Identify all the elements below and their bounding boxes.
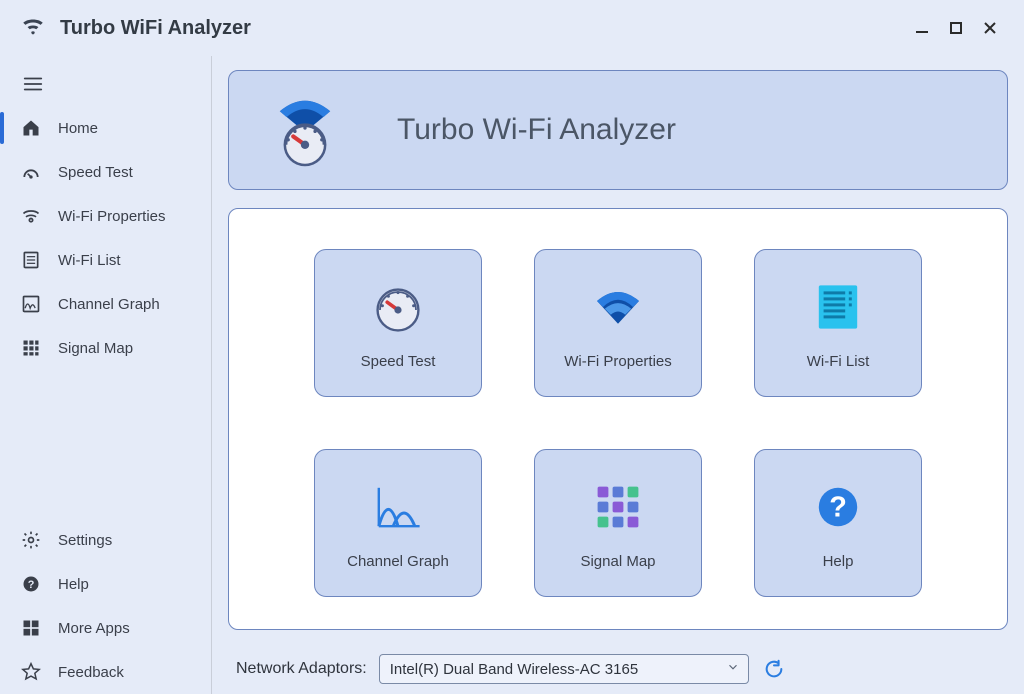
sidebar-item-wifi-properties[interactable]: Wi-Fi Properties [0, 194, 211, 238]
list-icon [808, 277, 868, 337]
minimize-button[interactable] [908, 14, 936, 42]
wifi-icon [20, 205, 42, 227]
sidebar-item-channel-graph[interactable]: Channel Graph [0, 282, 211, 326]
sidebar-item-label: Settings [58, 532, 112, 549]
gear-icon [20, 529, 42, 551]
sidebar-item-speed-test[interactable]: Speed Test [0, 150, 211, 194]
svg-text:?: ? [829, 491, 847, 523]
adaptor-label: Network Adaptors: [236, 660, 367, 678]
tile-signal-map[interactable]: Signal Map [534, 449, 702, 597]
tile-speed-test[interactable]: Speed Test [314, 249, 482, 397]
tile-wifi-list[interactable]: Wi-Fi List [754, 249, 922, 397]
refresh-button[interactable] [761, 656, 787, 682]
hero-banner: Turbo Wi-Fi Analyzer [228, 70, 1008, 190]
wifi-icon [588, 277, 648, 337]
tile-label: Signal Map [580, 553, 655, 570]
graph-icon [20, 293, 42, 315]
hero-title: Turbo Wi-Fi Analyzer [397, 113, 676, 147]
hamburger-button[interactable] [0, 62, 211, 106]
windows-icon [20, 617, 42, 639]
list-icon [20, 249, 42, 271]
sidebar-item-more-apps[interactable]: More Apps [0, 606, 211, 650]
maximize-button[interactable] [942, 14, 970, 42]
gauge-icon [20, 161, 42, 183]
tile-help[interactable]: ? Help [754, 449, 922, 597]
sidebar-item-label: Speed Test [58, 164, 133, 181]
main-content: Turbo Wi-Fi Analyzer Speed Test Wi-Fi Pr… [212, 56, 1024, 694]
titlebar: Turbo WiFi Analyzer [0, 0, 1024, 56]
sidebar-item-wifi-list[interactable]: Wi-Fi List [0, 238, 211, 282]
sidebar-item-label: Signal Map [58, 340, 133, 357]
sidebar-item-home[interactable]: Home [0, 106, 211, 150]
sidebar-item-label: Home [58, 120, 98, 137]
tile-label: Channel Graph [347, 553, 449, 570]
sidebar-item-label: Help [58, 576, 89, 593]
adaptor-selected-value: Intel(R) Dual Band Wireless-AC 3165 [390, 661, 638, 678]
close-button[interactable] [976, 14, 1004, 42]
help-icon: ? [808, 477, 868, 537]
tile-label: Wi-Fi Properties [564, 353, 672, 370]
adaptor-select[interactable]: Intel(R) Dual Band Wireless-AC 3165 [379, 654, 749, 684]
grid-icon [588, 477, 648, 537]
tile-wifi-properties[interactable]: Wi-Fi Properties [534, 249, 702, 397]
sidebar-item-label: More Apps [58, 620, 130, 637]
chevron-down-icon [726, 660, 740, 678]
home-icon [20, 117, 42, 139]
sidebar-item-settings[interactable]: Settings [0, 518, 211, 562]
grid-icon [20, 337, 42, 359]
tile-channel-graph[interactable]: Channel Graph [314, 449, 482, 597]
hero-icon [263, 86, 347, 175]
star-icon [20, 661, 42, 683]
help-icon: ? [20, 573, 42, 595]
tile-label: Speed Test [361, 353, 436, 370]
gauge-icon [368, 277, 428, 337]
app-title: Turbo WiFi Analyzer [60, 17, 251, 40]
sidebar-item-label: Feedback [58, 664, 124, 681]
sidebar-item-label: Wi-Fi Properties [58, 208, 166, 225]
tile-label: Wi-Fi List [807, 353, 870, 370]
sidebar-item-feedback[interactable]: Feedback [0, 650, 211, 694]
sidebar-item-signal-map[interactable]: Signal Map [0, 326, 211, 370]
graph-icon [368, 477, 428, 537]
sidebar-item-label: Channel Graph [58, 296, 160, 313]
adaptor-row: Network Adaptors: Intel(R) Dual Band Wir… [228, 648, 1008, 694]
app-logo-icon [20, 13, 46, 44]
sidebar: Home Speed Test Wi-Fi Properties Wi-Fi L… [0, 56, 212, 694]
svg-text:?: ? [28, 579, 35, 591]
sidebar-item-help[interactable]: ? Help [0, 562, 211, 606]
content-panel: Speed Test Wi-Fi Properties Wi-Fi List [228, 208, 1008, 630]
sidebar-item-label: Wi-Fi List [58, 252, 121, 269]
tile-label: Help [823, 553, 854, 570]
